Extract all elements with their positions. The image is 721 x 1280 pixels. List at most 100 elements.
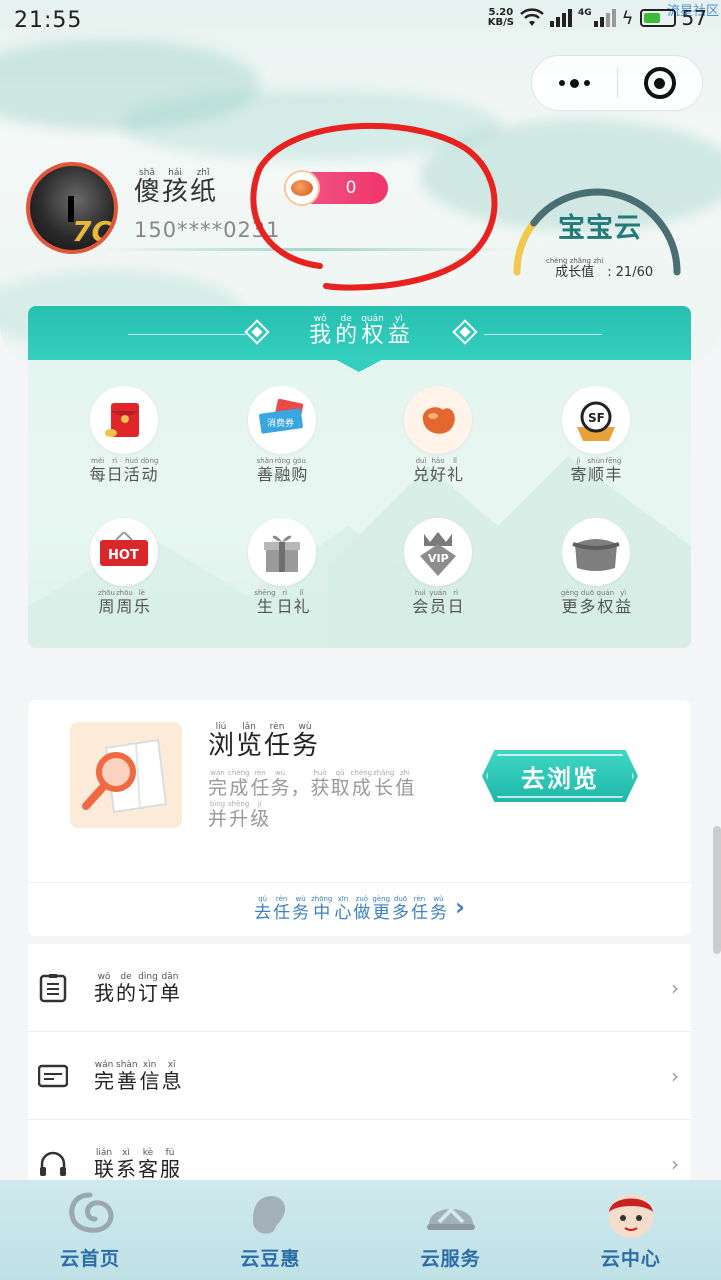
red-envelope-icon xyxy=(90,386,158,454)
ruby-char: wǒ 我 xyxy=(309,314,332,348)
ruby-char: rèn 任 xyxy=(250,769,270,799)
svg-text:消费券: 消费券 xyxy=(267,417,294,429)
phone-number: 150****0231 xyxy=(134,218,281,242)
coupon-icon: 消费券 xyxy=(248,386,316,454)
benefit-more[interactable]: gèng 更 duō 多 quán 权 yì 益 xyxy=(536,518,656,616)
ruby-char: fú 服 xyxy=(160,1148,180,1181)
level-name: 宝宝云 xyxy=(558,213,642,244)
ruby-char: zhí 值 xyxy=(395,769,415,799)
ruby-char: hái 孩 xyxy=(162,168,189,207)
ruby-char: zhǎng 长 xyxy=(373,769,395,799)
scrollbar[interactable] xyxy=(713,826,721,954)
miniprogram-capsule xyxy=(531,55,703,111)
vip-crown-icon: VIP xyxy=(404,518,472,586)
ruby-char: bìng 并 xyxy=(208,799,228,830)
status-icons: 5.20 KB/S 4G ϟ 57 xyxy=(488,6,707,30)
menu-list: wǒ 我 de 的 dìng 订 dān 单 › wán 完 shàn 善 xìn 信 xī 息 › liá… xyxy=(28,944,691,1208)
ruby-char: huì 会 xyxy=(412,589,429,616)
sf-express-icon: SF xyxy=(562,386,630,454)
bag-icon xyxy=(562,518,630,586)
ruby-char: shǎ 傻 xyxy=(134,168,161,207)
benefit-birthday-gift[interactable]: shēng 生 rì 日 lǐ 礼 xyxy=(222,518,342,616)
ruby-char: ， xyxy=(290,777,310,799)
cloud-swirl-icon xyxy=(62,1186,118,1242)
ruby-char: rì 日 xyxy=(447,589,464,616)
ruby-char: shàn 善 xyxy=(256,457,274,484)
task-description: wán 完 chéng 成 rèn 任 wù 务 ， huò 获 qǔ 取 chéng 成 zhǎng 长 zh… xyxy=(208,768,448,830)
ruby-char: shēng 升 xyxy=(228,799,250,830)
ruby-char: shàn 善 xyxy=(116,1059,138,1093)
menu-item-my-orders[interactable]: wǒ 我 de 的 dìng 订 dān 单 › xyxy=(28,944,691,1032)
ruby-char: duō 多 xyxy=(392,895,410,923)
more-dots-icon xyxy=(558,78,590,88)
ruby-char: xìn 信 xyxy=(139,1059,160,1093)
ruby-char: měi 每 xyxy=(89,457,106,484)
status-time: 21:55 xyxy=(14,8,83,33)
signal-icon xyxy=(550,9,573,27)
benefit-redeem-gifts[interactable]: duì 兑 hǎo 好 lǐ 礼 xyxy=(378,386,498,484)
ruby-char: yì 益 xyxy=(615,589,632,616)
ruby-char: chéng 成 xyxy=(228,769,250,799)
avatar[interactable]: 7C xyxy=(26,162,118,254)
more-button[interactable] xyxy=(532,56,617,110)
hot-sign-icon: HOT xyxy=(90,518,158,586)
nickname: shǎ 傻 hái 孩 zhǐ 纸 xyxy=(134,168,216,207)
ruby-char: dìng 订 xyxy=(138,971,158,1005)
ruby-char: de 的 xyxy=(116,971,136,1005)
benefits-card: wǒ 我 de 的 quán 权 yì 益 měi 每 rì 日 huó 活 dòng 动 消费券 shàn… xyxy=(28,306,691,648)
wifi-icon xyxy=(520,8,544,26)
ruby-char: duō 多 xyxy=(579,589,596,616)
chevron-right-icon: › xyxy=(671,1064,679,1088)
svg-text:HOT: HOT xyxy=(108,548,139,563)
svg-text:VIP: VIP xyxy=(428,552,449,565)
menu-item-complete-info[interactable]: wán 完 shàn 善 xìn 信 xī 息 › xyxy=(28,1032,691,1120)
benefit-sf-express[interactable]: SF jì 寄 shùn 顺 fēng 丰 xyxy=(536,386,656,484)
signal-4g-icon: 4G xyxy=(578,9,616,27)
headset-icon xyxy=(38,1149,68,1179)
target-icon xyxy=(643,67,676,99)
benefit-member-day[interactable]: VIP huì 会 yuán 员 rì 日 xyxy=(378,518,498,616)
ruby-char: dān 单 xyxy=(160,971,180,1005)
ruby-char: rèn 任 xyxy=(264,722,291,761)
id-card-icon xyxy=(38,1061,68,1091)
tab-home[interactable]: 云首页 xyxy=(0,1180,180,1280)
ruby-char: xì 系 xyxy=(116,1148,136,1181)
task-center-link[interactable]: qù 去 rèn 任 wù 务 zhōng 中 xīn 心 zuò 做 gèng 更 duō 多 rèn 任 wù 务… xyxy=(28,894,691,923)
chevron-right-icon: › xyxy=(671,976,679,1000)
ruby-char: wán 完 xyxy=(208,769,228,799)
ruby-char: huó 活 xyxy=(123,457,140,484)
ruby-char: zhōu 周 xyxy=(115,589,133,616)
ruby-char: shùn 顺 xyxy=(587,457,605,484)
ruby-char: jí 级 xyxy=(250,799,270,830)
ruby-char: qù 去 xyxy=(254,895,272,923)
ruby-char: wù 务 xyxy=(270,769,290,799)
ruby-char: gèng 更 xyxy=(560,589,579,616)
benefit-daily-activity[interactable]: měi 每 rì 日 huó 活 dòng 动 xyxy=(64,386,184,484)
bean-icon xyxy=(242,1186,298,1242)
benefits-title: wǒ 我 de 的 quán 权 yì 益 xyxy=(28,314,691,348)
ruby-char: fēng 丰 xyxy=(605,457,622,484)
benefit-weekly-fun[interactable]: HOT zhōu 周 zhōu 周 lè 乐 xyxy=(64,518,184,616)
benefit-shanrong-shopping[interactable]: 消费券 shàn 善 róng 融 gòu 购 xyxy=(222,386,342,484)
ruby-char: wù 务 xyxy=(292,895,310,923)
ruby-char: lǐ 礼 xyxy=(447,457,464,484)
browse-task-card: liú 浏 lǎn 览 rèn 任 wù 务 wán 完 chéng 成 rèn 任 wù 务 ， huò 获 q… xyxy=(28,700,691,936)
bean-coin-icon xyxy=(284,170,320,206)
close-miniprogram-button[interactable] xyxy=(618,56,703,110)
go-browse-button[interactable]: 去浏览 xyxy=(482,750,638,802)
ruby-char: lián 联 xyxy=(94,1148,114,1181)
task-title: liú 浏 lǎn 览 rèn 任 wù 务 xyxy=(208,722,318,761)
growth-value: chéng zhǎng zhí 成长值 : 21/60 xyxy=(546,257,654,281)
ruby-char: liú 浏 xyxy=(208,722,235,761)
mascot-avatar-icon xyxy=(603,1186,659,1242)
gift-box-icon xyxy=(248,518,316,586)
battery-icon xyxy=(639,9,676,27)
ruby-char: wù 务 xyxy=(292,722,319,761)
ruby-char: rì 日 xyxy=(106,457,123,484)
ruby-char: dòng 动 xyxy=(140,457,159,484)
ruby-char: qǔ 取 xyxy=(330,769,350,799)
ruby-char: róng 融 xyxy=(274,457,291,484)
tab-center[interactable]: 云中心 xyxy=(541,1180,721,1280)
tab-service[interactable]: 云服务 xyxy=(361,1180,541,1280)
tab-bean-deals[interactable]: 云豆惠 xyxy=(180,1180,360,1280)
